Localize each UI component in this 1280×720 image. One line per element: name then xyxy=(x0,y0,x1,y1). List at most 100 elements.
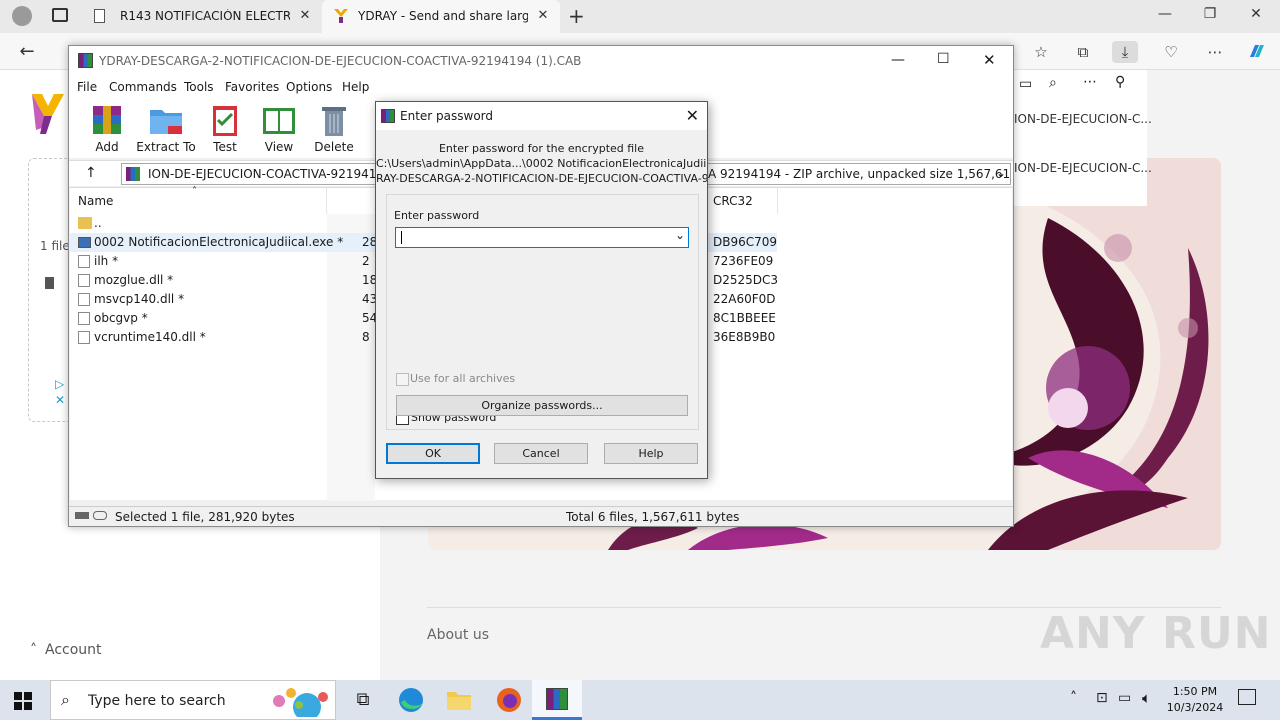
path-left-text: ION-DE-EJECUCION-COACTIVA-92194194 ( xyxy=(148,167,401,181)
menu-commands[interactable]: Commands xyxy=(109,80,177,94)
account-toggle[interactable]: ˄ Account xyxy=(30,642,102,658)
downloads-icon[interactable]: ⤓ xyxy=(1112,41,1138,63)
network-icon[interactable]: ⊡ xyxy=(1096,690,1108,706)
menu-favorites[interactable]: Favorites xyxy=(225,80,279,94)
clock-time: 1:50 PM xyxy=(1172,685,1218,698)
taskbar-search[interactable]: ⌕ Type here to search xyxy=(50,680,336,720)
file-crc: D2525DC3 xyxy=(713,273,779,287)
delete-label: Delete xyxy=(314,140,354,154)
password-input[interactable]: ⌄ xyxy=(395,227,689,248)
download-item-name[interactable]: ION-DE-EJECUCION-C... xyxy=(1014,112,1152,126)
chevron-down-icon[interactable]: ⌄ xyxy=(996,166,1006,180)
text-cursor xyxy=(401,231,402,244)
extract-to-button[interactable]: Extract To xyxy=(135,102,197,154)
menu-file[interactable]: File xyxy=(77,80,97,94)
ethernet-icon[interactable]: ▭ xyxy=(1118,690,1131,706)
cancel-button[interactable]: Cancel xyxy=(494,443,588,464)
minimize-icon[interactable]: — xyxy=(1155,6,1175,22)
favorites-icon[interactable]: ☆ xyxy=(1030,41,1052,63)
up-arrow-icon[interactable]: ↑ xyxy=(85,165,97,181)
file-crc: DB96C709 xyxy=(713,235,778,249)
chevron-down-icon[interactable]: ⌄ xyxy=(675,228,685,242)
search-downloads-icon[interactable]: ⌕ xyxy=(1049,75,1057,91)
dll-file-icon xyxy=(78,293,90,306)
new-tab-button[interactable]: + xyxy=(568,4,585,28)
winrar-status-bar: Selected 1 file, 281,920 bytes Total 6 f… xyxy=(69,506,1013,526)
pin-icon[interactable]: ⚲ xyxy=(1115,74,1125,90)
clock-date: 10/3/2024 xyxy=(1166,701,1224,714)
winrar-taskbar-icon xyxy=(546,688,568,710)
key-icon xyxy=(93,511,107,520)
collections-icon[interactable]: ⧉ xyxy=(1072,41,1094,63)
ad-choices-icon[interactable]: ▷ xyxy=(55,377,64,391)
task-view-icon[interactable]: ⧉ xyxy=(346,686,380,714)
close-tab-icon[interactable]: ✕ xyxy=(536,9,550,23)
dll-file-icon xyxy=(78,274,90,287)
column-crc[interactable]: CRC32 xyxy=(706,188,778,214)
minimize-icon[interactable]: — xyxy=(891,52,905,68)
close-tab-icon[interactable]: ✕ xyxy=(298,9,312,23)
volume-icon[interactable]: 🔈︎ xyxy=(1142,689,1151,707)
close-icon[interactable]: ✕ xyxy=(983,51,996,69)
tab-notificacion[interactable]: R143 NOTIFICACIÓN ELECTRÓNICA ✕ xyxy=(84,0,322,33)
column-name-label: Name xyxy=(78,194,114,208)
ad-close-icon[interactable]: ✕ xyxy=(55,393,65,407)
download-item-name[interactable]: ION-DE-EJECUCION-C... xyxy=(1014,161,1152,175)
tab-title: YDRAY - Send and share large and xyxy=(358,9,528,23)
help-button[interactable]: Help xyxy=(604,443,698,464)
account-label: Account xyxy=(45,642,102,658)
path-right-text: A 92194194 - ZIP archive, unpacked size … xyxy=(708,167,1011,181)
file-explorer-icon[interactable] xyxy=(442,686,476,714)
column-name[interactable]: Name ˄ xyxy=(70,186,327,214)
menu-options[interactable]: Options xyxy=(286,80,332,94)
restore-icon[interactable]: ❐ xyxy=(1200,6,1220,22)
winrar-title-bar: YDRAY-DESCARGA-2-NOTIFICACION-DE-EJECUCI… xyxy=(69,46,1013,76)
close-window-icon[interactable]: ✕ xyxy=(1246,6,1266,22)
file-name: 0002 NotificacionElectronicaJudiical.exe… xyxy=(94,235,344,249)
test-button[interactable]: Test xyxy=(195,102,255,154)
organize-passwords-button[interactable]: Organize passwords... xyxy=(396,395,688,416)
files-count: 1 file xyxy=(40,239,70,253)
profile-avatar[interactable] xyxy=(12,6,32,26)
open-folder-icon[interactable]: ▭ xyxy=(1019,76,1032,92)
show-hidden-icons[interactable]: ˄ xyxy=(1070,690,1077,706)
tab-actions-icon[interactable] xyxy=(52,8,68,22)
menu-tools[interactable]: Tools xyxy=(184,80,214,94)
edge-icon[interactable] xyxy=(394,686,428,714)
use-for-all-label: Use for all archives xyxy=(410,372,516,385)
performance-icon[interactable]: ♡ xyxy=(1160,41,1182,63)
sort-asc-icon: ˄ xyxy=(192,186,197,197)
view-button[interactable]: View xyxy=(249,102,309,154)
dialog-title-bar: Enter password ✕ xyxy=(376,102,707,130)
file-size: 8 xyxy=(362,330,370,344)
file-crc: 7236FE09 xyxy=(713,254,774,268)
status-total: Total 6 files, 1,567,611 bytes xyxy=(566,510,740,524)
more-downloads-icon[interactable]: ⋯ xyxy=(1083,74,1097,90)
winrar-logo-icon xyxy=(78,53,93,68)
info-line-1: Enter password for the encrypted file xyxy=(438,142,645,155)
clock[interactable]: 1:50 PM 10/3/2024 xyxy=(1165,684,1225,716)
add-button[interactable]: Add xyxy=(77,102,137,154)
close-icon[interactable]: ✕ xyxy=(686,106,699,125)
browser-tab-strip: R143 NOTIFICACIÓN ELECTRÓNICA ✕ YDRAY - … xyxy=(0,0,1280,33)
use-for-all-checkbox[interactable] xyxy=(396,373,409,386)
archive-add-icon xyxy=(89,102,125,138)
downloads-panel: ▭ ⌕ ⋯ ⚲ xyxy=(1010,70,1147,206)
notifications-icon[interactable] xyxy=(1238,689,1256,705)
delete-button[interactable]: Delete xyxy=(304,102,364,154)
add-label: Add xyxy=(95,140,119,154)
start-button[interactable] xyxy=(14,692,32,710)
tab-ydray[interactable]: YDRAY - Send and share large and ✕ xyxy=(322,0,560,33)
ok-button[interactable]: OK xyxy=(386,443,480,464)
maximize-icon[interactable]: ☐ xyxy=(937,51,950,67)
back-icon[interactable]: ← xyxy=(16,41,38,63)
search-highlight-icon xyxy=(269,685,331,720)
copilot-icon[interactable] xyxy=(1246,41,1268,63)
test-label: Test xyxy=(213,140,237,154)
file-crc: 22A60F0D xyxy=(713,292,776,306)
menu-help[interactable]: Help xyxy=(342,80,369,94)
firefox-icon[interactable] xyxy=(492,686,526,714)
winrar-taskbar-button[interactable] xyxy=(532,680,582,720)
more-options-icon[interactable]: ⋯ xyxy=(1204,41,1226,63)
about-us-link[interactable]: About us xyxy=(427,627,489,643)
